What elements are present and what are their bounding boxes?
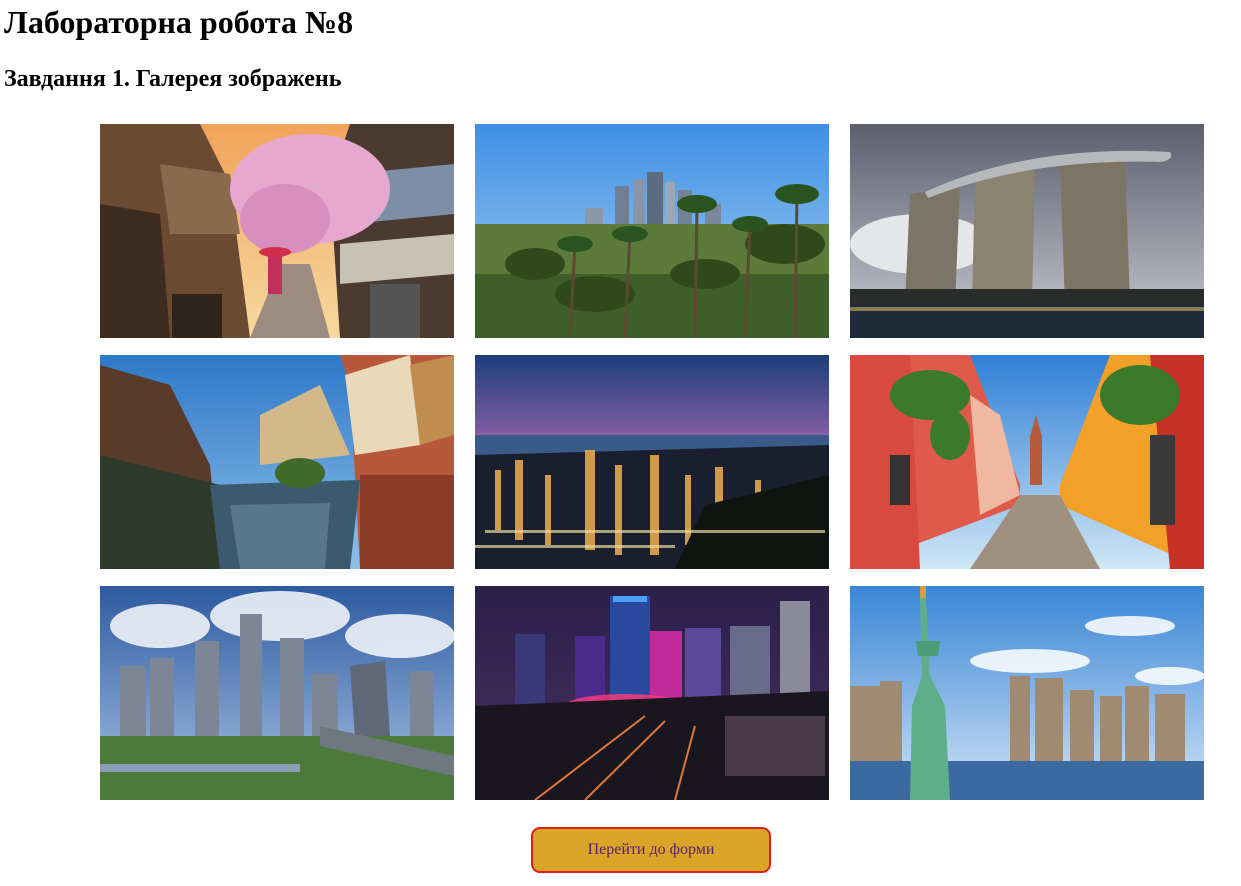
- gallery-image-colorful-street[interactable]: [850, 355, 1204, 569]
- gallery-image-kyoto-street[interactable]: [100, 124, 454, 338]
- colorful-street-image: [850, 355, 1204, 569]
- beijing-skyline-image: [100, 586, 454, 800]
- colmar-canal-image: [100, 355, 454, 569]
- gallery-image-statue-of-liberty[interactable]: [850, 586, 1204, 800]
- gallery-image-marina-bay-sands[interactable]: [850, 124, 1204, 338]
- image-gallery: [100, 124, 1204, 800]
- marina-bay-sands-image: [850, 124, 1204, 338]
- gallery-image-colmar-canal[interactable]: [100, 355, 454, 569]
- neon-city-image: [475, 586, 829, 800]
- gallery-image-los-angeles[interactable]: [475, 124, 829, 338]
- hong-kong-night-image: [475, 355, 829, 569]
- los-angeles-image: [475, 124, 829, 338]
- statue-of-liberty-image: [850, 586, 1204, 800]
- section-title: Завдання 1. Галерея зображень: [4, 66, 342, 92]
- kyoto-street-image: [100, 124, 454, 338]
- gallery-image-hong-kong-night[interactable]: [475, 355, 829, 569]
- gallery-image-beijing-skyline[interactable]: [100, 586, 454, 800]
- go-to-form-button[interactable]: Перейти до форми: [531, 827, 771, 873]
- gallery-image-neon-city[interactable]: [475, 586, 829, 800]
- page-title: Лабораторна робота №8: [4, 4, 354, 40]
